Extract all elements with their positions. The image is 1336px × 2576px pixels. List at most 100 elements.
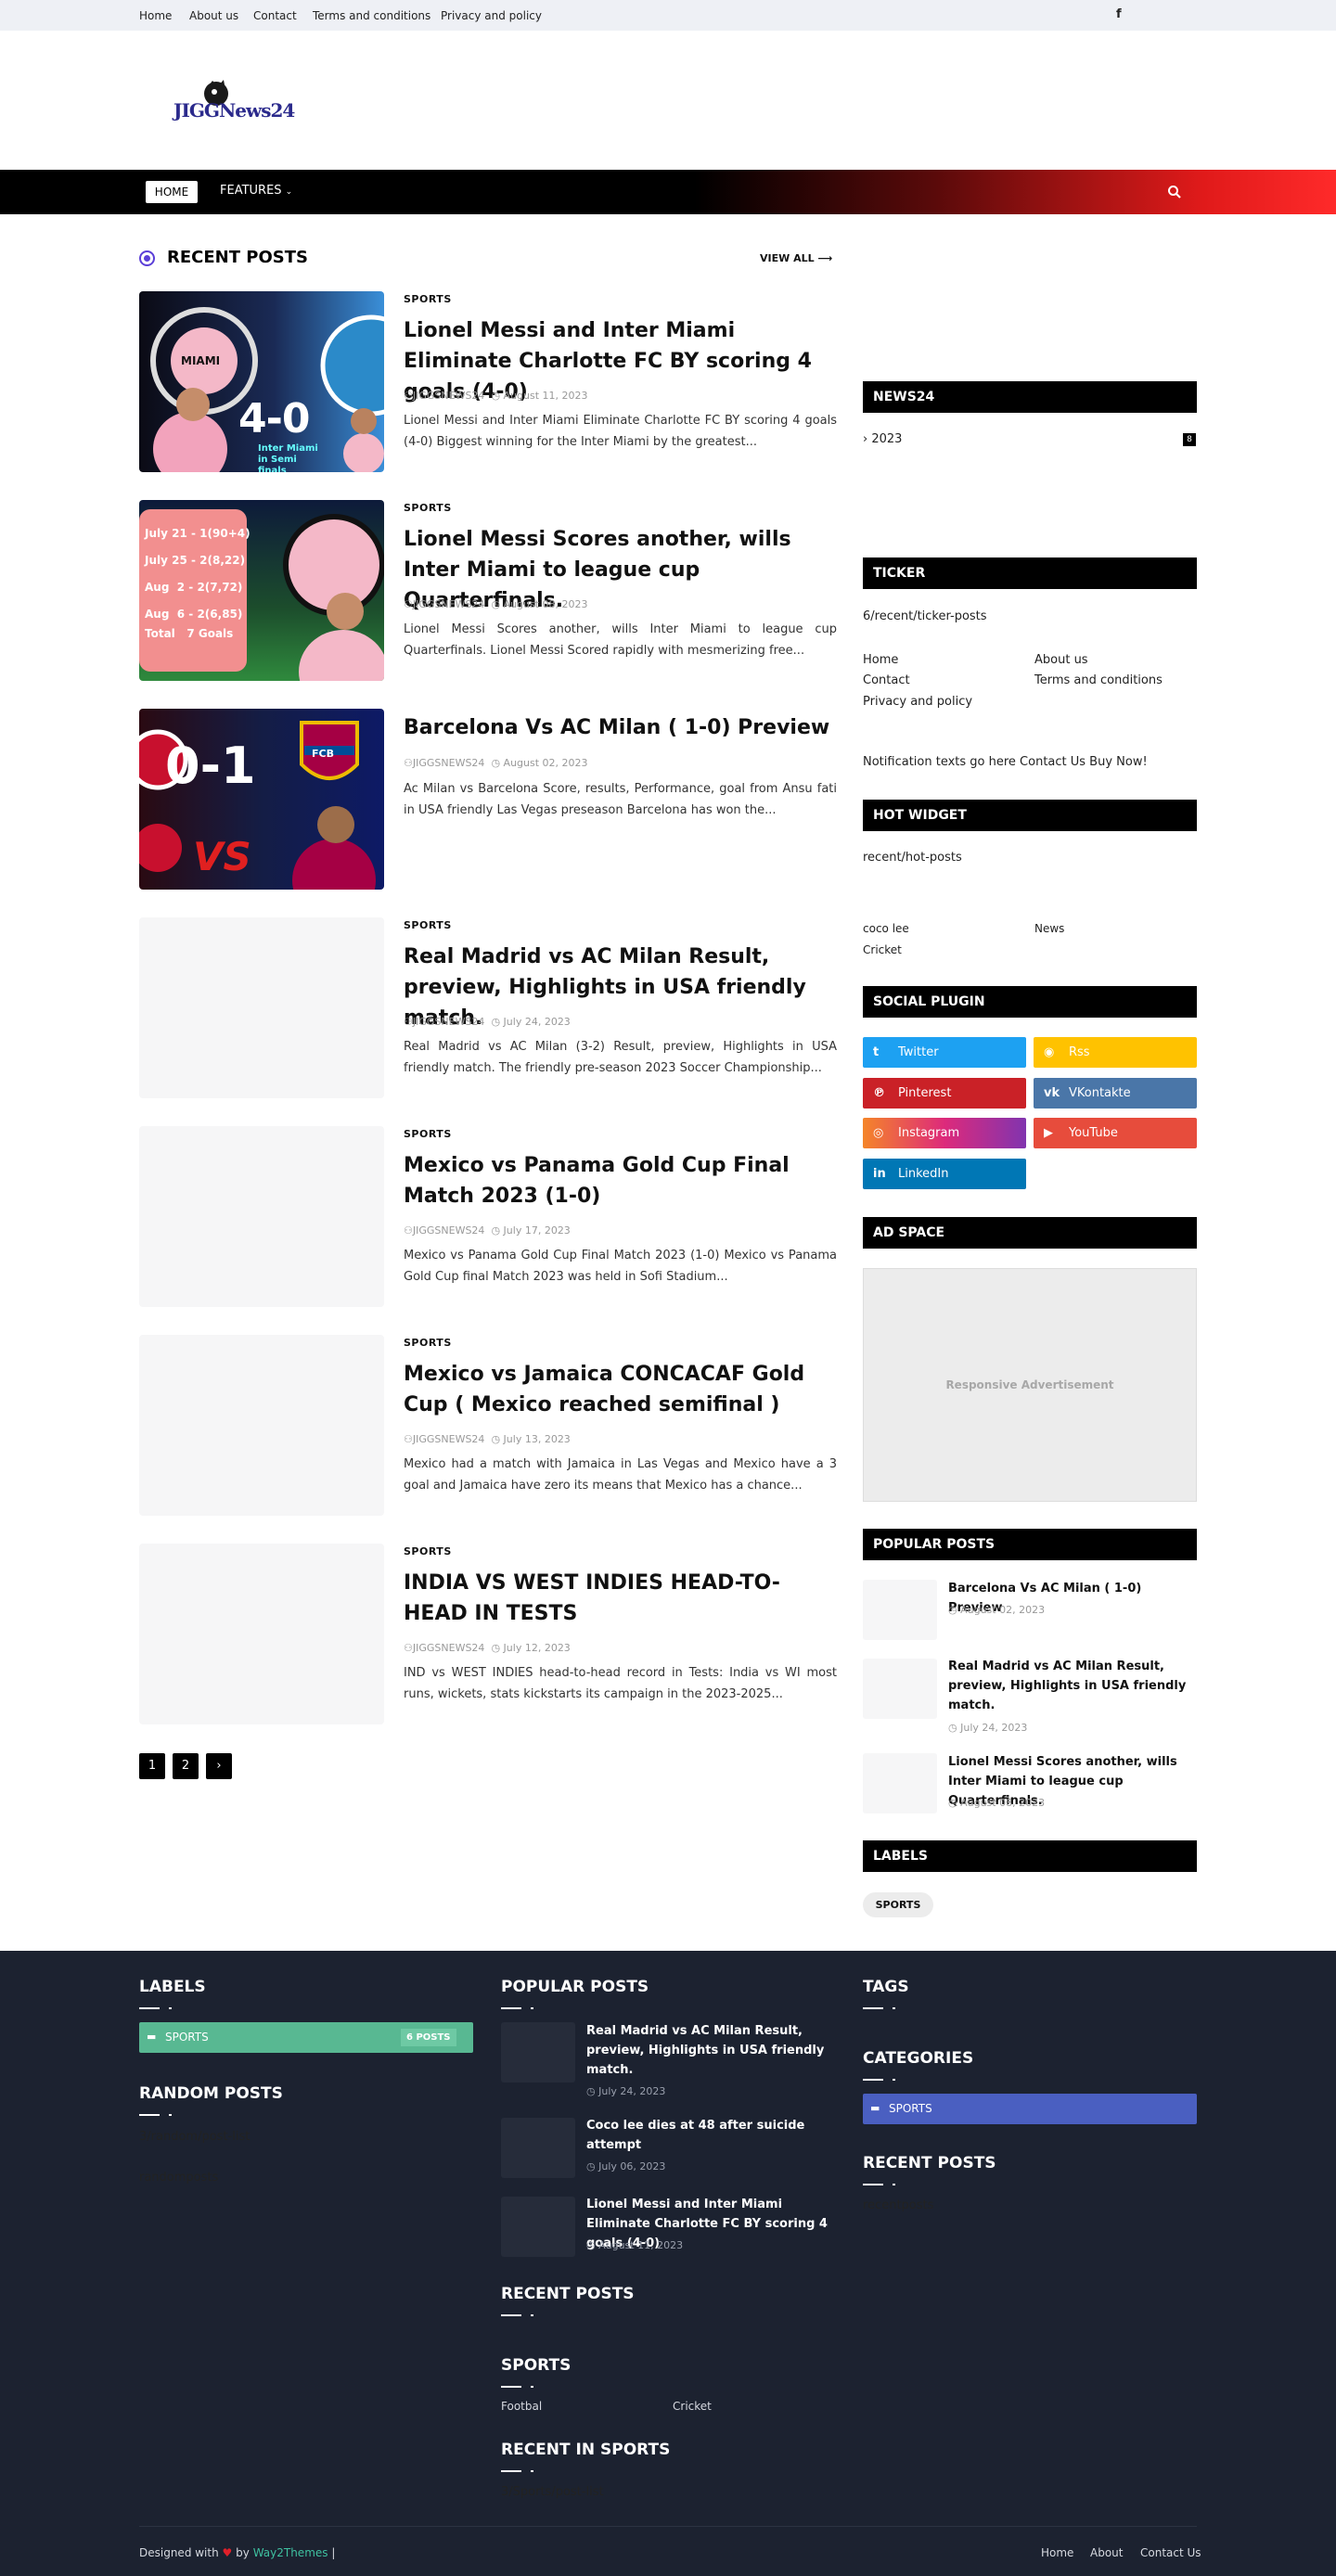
hot-label-cricket[interactable]: Cricket <box>863 943 902 956</box>
post-category[interactable]: SPORTS <box>404 1128 452 1140</box>
footer-link-home[interactable]: Home <box>1041 2546 1073 2559</box>
sidebar-link-contact[interactable]: Contact <box>863 673 910 687</box>
top-link-terms[interactable]: Terms and conditions <box>313 9 430 22</box>
post-thumbnail[interactable]: 0-1 FCB VS <box>139 709 384 890</box>
post-card[interactable]: SPORTS Real Madrid vs AC Milan Result, p… <box>139 917 837 1098</box>
nav-home[interactable]: HOME <box>146 181 198 203</box>
footer-sports-link-football[interactable]: Footbal <box>501 2400 542 2413</box>
title-underline-dot <box>169 2007 172 2009</box>
archive-count: 8 <box>1183 433 1196 446</box>
post-thumbnail[interactable] <box>139 1126 384 1307</box>
recent-posts-header: RECENT POSTS VIEW ALL ⟶ <box>139 248 837 270</box>
nav-features[interactable]: FEATURES ⌄ <box>220 184 292 198</box>
sidebar-link-privacy[interactable]: Privacy and policy <box>863 695 972 709</box>
top-link-about[interactable]: About us <box>189 9 238 22</box>
clock-icon: ◷ <box>491 1642 501 1654</box>
post-category[interactable]: SPORTS <box>404 919 452 931</box>
view-all-label: VIEW ALL <box>760 252 815 264</box>
post-card[interactable]: July 21 - 1(90+4) July 25 - 2(8,22) Aug 2 … <box>139 500 837 681</box>
post-category[interactable]: SPORTS <box>404 1337 452 1349</box>
post-thumbnail[interactable]: July 21 - 1(90+4) July 25 - 2(8,22) Aug 2 … <box>139 500 384 681</box>
hot-label-cocolee[interactable]: coco lee <box>863 922 909 935</box>
title-underline-dot <box>893 2079 895 2081</box>
post-thumbnail[interactable] <box>139 1544 384 1724</box>
post-title[interactable]: Barcelona Vs AC Milan ( 1-0) Preview <box>404 712 837 743</box>
credit-brand[interactable]: Way2Themes <box>253 2546 328 2559</box>
social-youtube-button[interactable]: ▶ YouTube <box>1034 1118 1197 1148</box>
footer-sports-link-cricket[interactable]: Cricket <box>673 2400 712 2413</box>
top-link-privacy[interactable]: Privacy and policy <box>441 9 542 22</box>
post-thumbnail[interactable] <box>139 917 384 1098</box>
popular-thumbnail[interactable] <box>863 1580 937 1640</box>
top-link-home[interactable]: Home <box>139 9 172 22</box>
clock-icon: ◷ <box>491 1433 501 1445</box>
view-all-link[interactable]: VIEW ALL ⟶ <box>760 252 832 264</box>
vk-icon: vk <box>1044 1086 1060 1100</box>
footer-popular-thumbnail[interactable] <box>501 2118 575 2178</box>
youtube-icon: ▶ <box>1044 1126 1053 1140</box>
social-instagram-button[interactable]: ◎ Instagram <box>863 1118 1026 1148</box>
sidebar-link-about[interactable]: About us <box>1034 653 1088 667</box>
clock-icon: ◷ <box>491 757 501 769</box>
hot-label-news[interactable]: News <box>1034 922 1064 935</box>
post-category[interactable]: SPORTS <box>404 502 452 514</box>
post-category[interactable]: SPORTS <box>404 1545 452 1557</box>
footer-link-contact[interactable]: Contact Us <box>1140 2546 1201 2559</box>
search-icon[interactable] <box>1167 185 1182 199</box>
footer-popular-date: ◷ August 11, 2023 <box>586 2239 683 2251</box>
clock-icon: ◷ <box>948 1722 957 1734</box>
top-link-contact[interactable]: Contact <box>253 9 297 22</box>
post-category[interactable]: SPORTS <box>404 293 452 305</box>
arrow-right-icon: ⟶ <box>817 252 833 264</box>
footer-label-name: SPORTS <box>165 2031 209 2044</box>
footer-popular-thumbnail[interactable] <box>501 2022 575 2083</box>
social-vk-button[interactable]: vk VKontakte <box>1034 1078 1197 1109</box>
social-twitter-button[interactable]: t Twitter <box>863 1037 1026 1068</box>
clock-icon: ◷ <box>948 1797 957 1809</box>
title-underline <box>863 2184 883 2185</box>
facebook-icon[interactable]: f <box>1116 7 1122 21</box>
page-2-button[interactable]: 2 <box>173 1753 199 1779</box>
title-underline <box>863 2079 883 2081</box>
post-thumbnail[interactable] <box>139 1335 384 1516</box>
social-rss-button[interactable]: ◉ Rss <box>1034 1037 1197 1068</box>
post-title[interactable]: Mexico vs Jamaica CONCACAF Gold Cup ( Me… <box>404 1359 837 1420</box>
post-thumbnail[interactable]: MIAMI 4-0 Inter Miami in Semi finals <box>139 291 384 472</box>
main-nav: HOME FEATURES ⌄ <box>0 170 1336 214</box>
sidebar-link-home[interactable]: Home <box>863 653 898 667</box>
label-chip-sports[interactable]: SPORTS <box>863 1892 933 1917</box>
post-title[interactable]: Mexico vs Panama Gold Cup Final Match 20… <box>404 1150 837 1211</box>
social-linkedin-button[interactable]: in LinkedIn <box>863 1159 1026 1189</box>
popular-post-title[interactable]: Real Madrid vs AC Milan Result, preview,… <box>948 1657 1199 1715</box>
thumb-goal-line: Aug 6 - 2(6,85) <box>145 608 243 621</box>
footer-popular-thumbnail[interactable] <box>501 2197 575 2257</box>
post-card[interactable]: SPORTS Mexico vs Jamaica CONCACAF Gold C… <box>139 1335 837 1516</box>
social-pinterest-button[interactable]: ℗ Pinterest <box>863 1078 1026 1109</box>
title-underline-dot <box>893 2007 895 2009</box>
footer-link-about[interactable]: About <box>1090 2546 1123 2559</box>
post-title[interactable]: INDIA VS WEST INDIES HEAD-TO-HEAD IN TES… <box>404 1568 837 1629</box>
footer-popular-post-title[interactable]: Coco lee dies at 48 after suicide attemp… <box>586 2116 837 2155</box>
next-page-button[interactable]: › <box>206 1753 232 1779</box>
thumb-goal-line: July 25 - 2(8,22) <box>145 554 246 567</box>
footer-category-sports[interactable]: ▬ SPORTS <box>863 2094 1197 2124</box>
popular-thumbnail[interactable] <box>863 1753 937 1813</box>
ad-space[interactable]: Responsive Advertisement <box>863 1268 1197 1502</box>
post-card[interactable]: MIAMI 4-0 Inter Miami in Semi finals SPO… <box>139 291 837 472</box>
post-meta: ⚇JIGGSNEWS24 ◷ August 08, 2023 <box>404 598 588 610</box>
sidebar-link-terms[interactable]: Terms and conditions <box>1034 673 1163 687</box>
post-card[interactable]: SPORTS INDIA VS WEST INDIES HEAD-TO-HEAD… <box>139 1544 837 1724</box>
page-1-button[interactable]: 1 <box>139 1753 165 1779</box>
post-card[interactable]: 0-1 FCB VS Barcelona Vs AC Milan ( 1-0) … <box>139 709 837 890</box>
popular-thumbnail[interactable] <box>863 1659 937 1719</box>
archive-item[interactable]: › 2023 <box>863 432 902 446</box>
user-icon: ⚇ <box>404 1642 413 1654</box>
popular-post-date: ◷ July 24, 2023 <box>948 1722 1027 1734</box>
post-card[interactable]: SPORTS Mexico vs Panama Gold Cup Final M… <box>139 1126 837 1307</box>
footer-popular-post-title[interactable]: Real Madrid vs AC Milan Result, preview,… <box>586 2021 837 2080</box>
site-logo[interactable]: JIGGNews24 <box>172 71 295 127</box>
ad-text: Responsive Advertisement <box>945 1378 1114 1391</box>
post-excerpt: Mexico vs Panama Gold Cup Final Match 20… <box>404 1249 837 1284</box>
social-label: YouTube <box>1069 1126 1118 1140</box>
footer-label-sports[interactable]: ▬ SPORTS 6 POSTS <box>139 2022 473 2053</box>
